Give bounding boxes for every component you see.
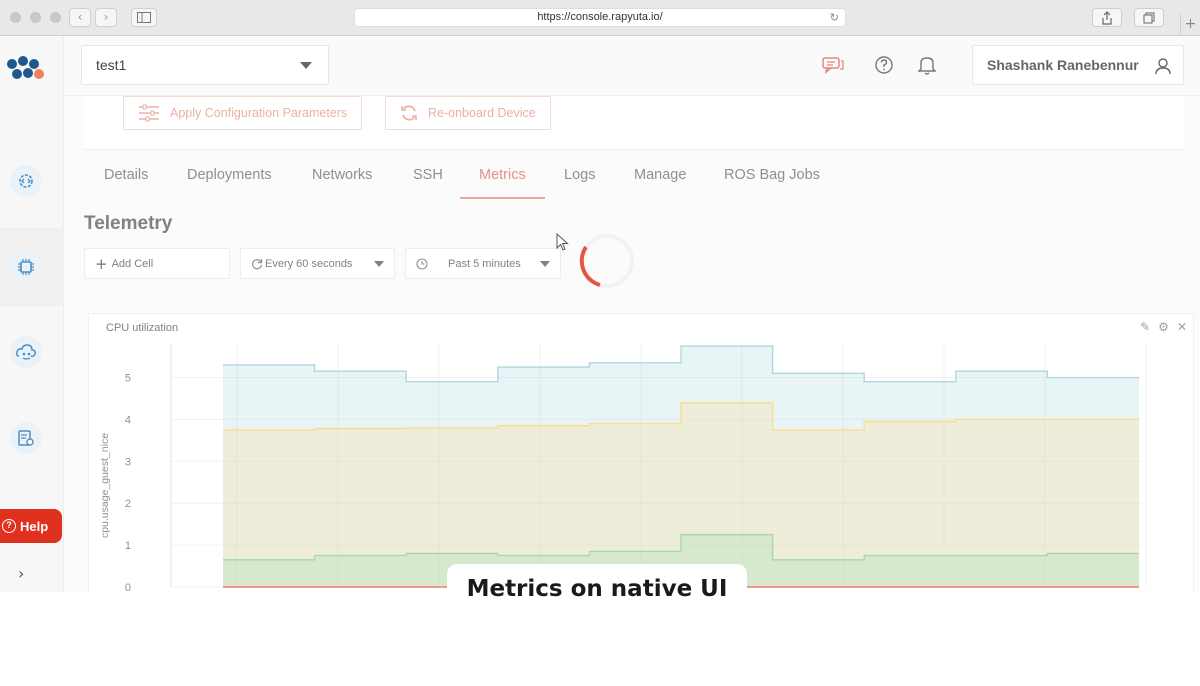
y-tick-label: 5 (125, 373, 131, 385)
mouse-pointer-icon (556, 233, 569, 251)
time-range-select[interactable]: Past 5 minutes (405, 248, 561, 279)
y-tick-label: 4 (125, 414, 131, 426)
tabs-overview-icon (1143, 12, 1155, 24)
question-circle-icon: ? (2, 519, 16, 533)
top-bar: test1 Shashank Ranebennur (64, 36, 1200, 96)
back-button[interactable]: ‹ (69, 8, 91, 27)
y-tick-label: 3 (125, 456, 131, 468)
refresh-icon (401, 105, 417, 121)
gear-code-icon (19, 174, 33, 188)
plus-icon: + (1184, 16, 1197, 32)
tab-deployments[interactable]: Deployments (187, 167, 272, 183)
chat-bubbles-icon (822, 57, 844, 74)
notifications-button[interactable] (916, 54, 938, 76)
device-actions-card: Apply Configuration Parameters Re-onboar… (84, 96, 1184, 150)
sidebar: ? Help › (0, 36, 64, 592)
y-axis-label: cpu.usage_guest_nice (99, 433, 111, 538)
cloud-robot-icon (16, 344, 36, 360)
caret-down-icon (540, 261, 550, 267)
clock-icon (416, 257, 428, 270)
chevron-left-icon: ‹ (77, 10, 83, 24)
expand-sidebar-icon[interactable]: › (18, 564, 24, 583)
apply-config-label: Apply Configuration Parameters (170, 106, 348, 120)
sidebar-item-development[interactable] (10, 165, 42, 197)
forward-button[interactable]: › (95, 8, 117, 27)
reonboard-label: Re-onboard Device (428, 106, 536, 120)
feedback-button[interactable] (822, 54, 844, 76)
sidebar-toggle-icon (137, 12, 151, 23)
tab-logs[interactable]: Logs (564, 167, 595, 183)
tab-ssh[interactable]: SSH (413, 167, 443, 183)
page-title: Telemetry (84, 213, 173, 234)
loading-spinner-icon (579, 234, 634, 288)
chip-icon (18, 259, 34, 275)
tab-manage[interactable]: Manage (634, 167, 686, 183)
tabs-overview-button[interactable] (1134, 8, 1164, 27)
user-menu[interactable]: Shashank Ranebennur (972, 45, 1184, 85)
project-name: test1 (96, 57, 127, 73)
bell-icon (918, 57, 936, 75)
y-tick-label: 2 (125, 498, 131, 510)
time-range-value: Past 5 minutes (448, 257, 521, 270)
caret-down-icon (300, 62, 312, 69)
sidebar-toggle-button[interactable] (131, 8, 157, 27)
app-window: ? Help › test1 Shashank Ranebennur Apply… (0, 36, 1200, 592)
sliders-icon (139, 104, 159, 122)
active-tab-indicator (460, 197, 545, 199)
project-selector[interactable]: test1 (81, 45, 329, 85)
user-icon (1155, 58, 1171, 75)
tab-details[interactable]: Details (104, 167, 148, 183)
new-tab-button[interactable]: + (1180, 14, 1200, 36)
minimize-window-button[interactable] (30, 12, 41, 23)
refresh-interval-select[interactable]: Every 60 seconds (240, 248, 395, 279)
user-name: Shashank Ranebennur (987, 57, 1139, 73)
zoom-window-button[interactable] (50, 12, 61, 23)
help-label: Help (20, 518, 49, 534)
share-icon (1102, 11, 1112, 25)
close-window-button[interactable] (10, 12, 21, 23)
add-cell-label: Add Cell (111, 257, 154, 270)
rapyuta-logo (7, 56, 44, 79)
url-text: https://console.rapyuta.io/ (537, 11, 663, 23)
address-bar[interactable]: https://console.rapyuta.io/ ↻ (354, 8, 846, 27)
device-tabs: Details Deployments Networks SSH Metrics… (84, 162, 1184, 200)
sidebar-item-devices[interactable] (10, 251, 42, 283)
sidebar-item-robots[interactable] (10, 336, 42, 368)
y-tick-label: 0 (125, 582, 131, 592)
help-button[interactable]: ? Help (0, 509, 62, 543)
chevron-right-icon: › (103, 10, 109, 24)
apply-config-button[interactable]: Apply Configuration Parameters (123, 96, 363, 130)
cpu-utilization-chart: 0 1 2 3 4 5 cpu.usage_guest_nice (99, 344, 1147, 592)
sidebar-item-config[interactable] (10, 422, 42, 454)
add-cell-button[interactable]: + Add Cell (84, 248, 230, 279)
browser-toolbar: ‹ › https://console.rapyuta.io/ ↻ + (0, 0, 1200, 36)
help-center-button[interactable] (873, 54, 895, 76)
caret-down-icon (374, 261, 384, 267)
video-caption: Metrics on native UI (447, 564, 747, 615)
tab-ros-bag-jobs[interactable]: ROS Bag Jobs (724, 167, 820, 183)
tab-metrics[interactable]: Metrics (479, 167, 526, 183)
y-tick-label: 1 (125, 540, 131, 552)
plus-icon: + (95, 254, 108, 273)
reload-icon[interactable]: ↻ (830, 9, 839, 26)
share-button[interactable] (1092, 8, 1122, 27)
document-settings-icon (18, 430, 34, 446)
tab-networks[interactable]: Networks (312, 167, 372, 183)
reonboard-button[interactable]: Re-onboard Device (385, 96, 551, 130)
refresh-icon (251, 258, 263, 269)
question-circle-icon (875, 56, 893, 74)
cpu-utilization-cell: CPU utilization ✎ ⚙ ✕ 0 1 2 3 4 5 cpu.usage_gu… (88, 313, 1194, 592)
refresh-interval-value: Every 60 seconds (265, 257, 353, 270)
